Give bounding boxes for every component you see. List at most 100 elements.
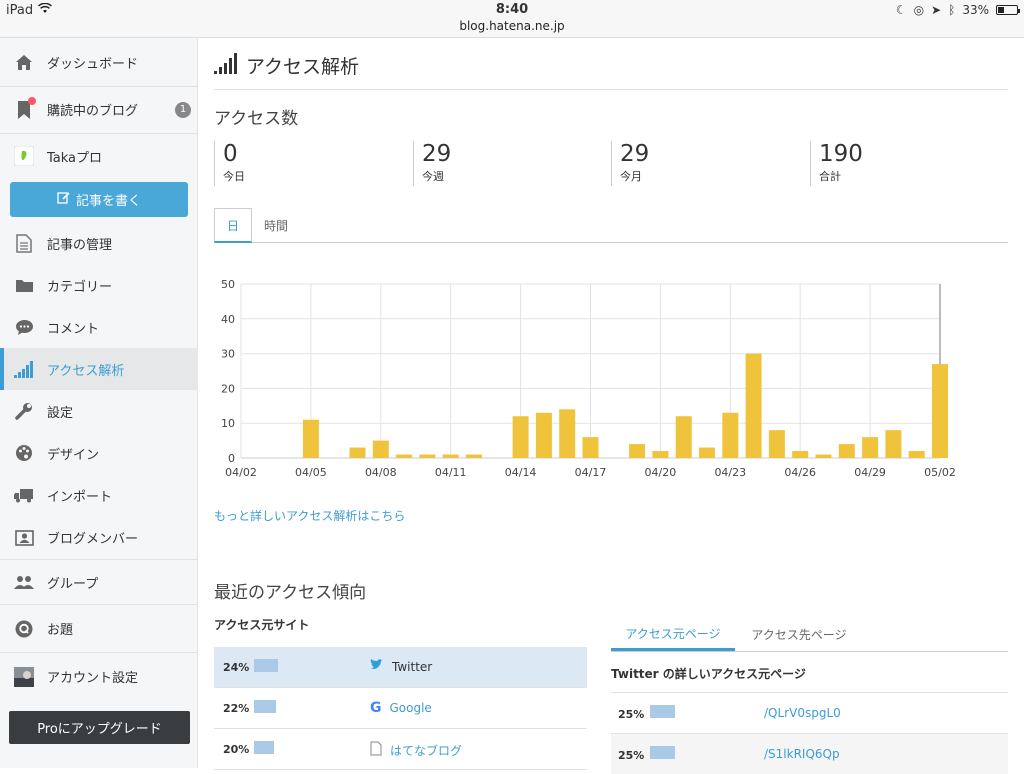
detail-path-link[interactable]: /QLrV0spgL0 bbox=[764, 706, 841, 720]
location-icon: ➤ bbox=[931, 3, 942, 17]
members-icon bbox=[14, 527, 34, 547]
bar-04/05 bbox=[302, 419, 319, 458]
page-header: アクセス解析 bbox=[214, 52, 359, 79]
sidebar-item-label: ダッシュボード bbox=[47, 56, 139, 72]
x-tick-label: 04/23 bbox=[714, 466, 746, 479]
bar-04/19 bbox=[629, 444, 646, 458]
referrer-row[interactable]: 22% G Google bbox=[214, 688, 587, 729]
account-avatar-icon bbox=[14, 666, 34, 687]
sidebar-item-blog-members[interactable]: ブログメンバー bbox=[0, 516, 198, 558]
share-bar bbox=[254, 700, 276, 713]
sidebar-item-subscriptions[interactable]: 購読中のブログ 1 bbox=[0, 87, 198, 132]
stat-week: 29 今週 bbox=[413, 141, 451, 186]
y-tick-label: 10 bbox=[221, 417, 235, 430]
pro-upgrade-button[interactable]: Proにアップグレード bbox=[9, 711, 190, 744]
x-tick-label: 04/05 bbox=[295, 466, 327, 479]
tab-hour[interactable]: 時間 bbox=[256, 208, 296, 243]
x-tick-label: 04/29 bbox=[854, 466, 886, 479]
y-tick-label: 30 bbox=[221, 348, 235, 361]
referrer-name: はてなブログ bbox=[390, 743, 463, 758]
main-content: アクセス解析 アクセス数 0 今日 29 今週 29 今月 190 合計 日 時… bbox=[199, 38, 1024, 774]
bar-04/07 bbox=[349, 447, 366, 458]
sidebar-item-comments[interactable]: コメント bbox=[0, 306, 198, 348]
y-tick-label: 0 bbox=[228, 452, 235, 465]
tab-day[interactable]: 日 bbox=[214, 208, 252, 243]
bookmark-icon bbox=[14, 96, 36, 120]
blog-avatar-icon bbox=[14, 146, 34, 166]
sidebar-item-access-analytics[interactable]: アクセス解析 bbox=[0, 348, 198, 390]
unread-count-badge: 1 bbox=[175, 101, 191, 118]
sidebar-item-categories[interactable]: カテゴリー bbox=[0, 264, 198, 306]
x-tick-label: 04/17 bbox=[575, 466, 607, 479]
bar-05/01 bbox=[908, 451, 925, 458]
sidebar-item-design[interactable]: デザイン bbox=[0, 432, 198, 474]
more-analytics-link[interactable]: もっと詳しいアクセス解析はこちら bbox=[214, 507, 405, 524]
bar-04/28 bbox=[838, 444, 855, 458]
stat-value: 0 bbox=[223, 141, 238, 167]
address-bar-url[interactable]: blog.hatena.ne.jp bbox=[0, 19, 1024, 33]
bar-04/22 bbox=[699, 447, 715, 458]
sidebar-item-label: お題 bbox=[47, 623, 74, 638]
edit-icon bbox=[57, 191, 70, 208]
sidebar-item-blog[interactable]: Takaプロ bbox=[0, 134, 198, 178]
sidebar-item-label: ブログメンバー bbox=[47, 531, 139, 547]
sidebar-item-label: コメント bbox=[47, 321, 100, 337]
referrer-percent: 22% bbox=[223, 702, 250, 715]
battery-icon bbox=[996, 5, 1020, 15]
bar-04/14 bbox=[512, 416, 529, 458]
sidebar-item-label: アクセス解析 bbox=[47, 363, 125, 379]
bar-04/09 bbox=[396, 454, 413, 458]
bar-05/02 bbox=[932, 364, 948, 458]
bar-04/12 bbox=[466, 454, 482, 458]
referrer-row[interactable]: 20% はてなブログ bbox=[214, 729, 587, 770]
bar-04/27 bbox=[815, 454, 832, 458]
y-tick-label: 40 bbox=[221, 313, 235, 326]
referrer-name: Google bbox=[389, 701, 432, 715]
bar-04/08 bbox=[372, 440, 389, 458]
bar-04/11 bbox=[442, 454, 459, 458]
share-bar bbox=[254, 659, 278, 672]
stat-value: 29 bbox=[422, 141, 452, 167]
sidebar: ダッシュボード 購読中のブログ 1 Takaプロ 記事を書く 記事の管理 カテゴ… bbox=[0, 38, 198, 768]
referrer-percent: 24% bbox=[223, 661, 250, 674]
detail-path-link[interactable]: /S1lkRIQ6Qp bbox=[764, 747, 840, 761]
write-article-button[interactable]: 記事を書く bbox=[10, 182, 188, 217]
x-tick-label: 04/11 bbox=[435, 466, 467, 479]
bar-04/15 bbox=[535, 412, 552, 458]
detail-row[interactable]: 25% /QLrV0spgL0 bbox=[611, 692, 1008, 733]
sidebar-item-label: グループ bbox=[47, 576, 99, 592]
sidebar-item-dashboard[interactable]: ダッシュボード bbox=[0, 38, 198, 86]
tab-referrer-pages[interactable]: アクセス元ページ bbox=[611, 618, 735, 651]
sidebar-item-account-settings[interactable]: アカウント設定 bbox=[0, 653, 198, 700]
recent-trend-title: 最近のアクセス傾向 bbox=[214, 583, 367, 603]
page-icon bbox=[370, 741, 382, 759]
tab-landing-pages[interactable]: アクセス先ページ bbox=[737, 618, 861, 651]
x-tick-label: 05/02 bbox=[924, 466, 956, 479]
referrer-source: Twitter bbox=[370, 659, 432, 674]
q-icon bbox=[14, 619, 34, 639]
group-icon bbox=[14, 572, 34, 592]
bar-04/26 bbox=[792, 451, 809, 458]
sidebar-item-articles[interactable]: 記事の管理 bbox=[0, 222, 198, 264]
share-bar bbox=[650, 705, 675, 718]
stat-label: 今月 bbox=[620, 170, 642, 183]
bar-04/25 bbox=[768, 430, 785, 458]
sidebar-item-import[interactable]: インポート bbox=[0, 474, 198, 516]
y-tick-label: 20 bbox=[221, 382, 235, 395]
sidebar-item-settings[interactable]: 設定 bbox=[0, 390, 198, 432]
x-tick-label: 04/02 bbox=[225, 466, 257, 479]
referrer-source: はてなブログ bbox=[370, 741, 462, 759]
rotation-lock-icon: ◎ bbox=[913, 3, 925, 17]
stat-label: 今日 bbox=[223, 170, 245, 183]
signal-bars-icon bbox=[14, 359, 34, 379]
folder-icon bbox=[14, 275, 34, 295]
stat-value: 190 bbox=[819, 141, 863, 167]
sidebar-item-topics[interactable]: お題 bbox=[0, 605, 198, 652]
comment-icon bbox=[14, 317, 34, 337]
sidebar-item-groups[interactable]: グループ bbox=[0, 560, 198, 604]
referrer-row[interactable]: 24% Twitter bbox=[214, 647, 587, 688]
detail-percent: 25% bbox=[618, 708, 645, 721]
bar-04/16 bbox=[559, 409, 576, 458]
referrer-percent: 20% bbox=[223, 743, 250, 756]
access-count-title: アクセス数 bbox=[214, 109, 299, 129]
